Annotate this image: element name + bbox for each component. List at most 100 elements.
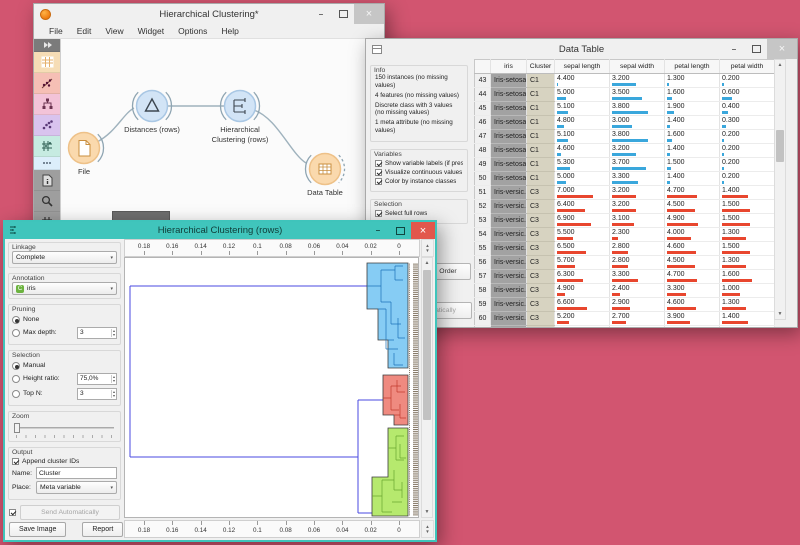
column-header[interactable]	[475, 60, 491, 74]
place-combo[interactable]: Meta variable▾	[36, 481, 117, 494]
scroll-up-icon[interactable]: ▲	[425, 258, 430, 268]
top-n-spinner[interactable]: 3▴▾	[77, 388, 117, 400]
height-ratio-spinner[interactable]: 75,0%▴▾	[77, 373, 117, 385]
column-header[interactable]: Cluster	[527, 60, 555, 74]
pruning-none-radio[interactable]	[12, 316, 20, 324]
maximize-icon[interactable]	[332, 4, 354, 24]
data-table-row[interactable]: 54 Iris-versic... C3 5.500 2.300 4.000 1…	[475, 228, 775, 242]
selection-height-ratio-radio[interactable]	[12, 375, 20, 383]
main-titlebar[interactable]: Hierarchical Clustering*	[34, 4, 384, 24]
close-icon[interactable]	[411, 222, 435, 239]
checkbox-icon[interactable]	[375, 178, 382, 185]
cluster-blue[interactable]	[367, 263, 408, 368]
node-data-table[interactable]	[305, 154, 344, 185]
data-table-row[interactable]: 57 Iris-versic... C3 6.300 3.300 4.700 1…	[475, 270, 775, 284]
dendrogram-scrollbar[interactable]: ▲ ▼	[421, 257, 433, 518]
data-table-row[interactable]: 51 Iris-versic... C3 7.000 3.200 4.700 1…	[475, 186, 775, 200]
close-icon[interactable]	[354, 4, 384, 24]
checkbox-icon[interactable]	[375, 160, 382, 167]
output-label: Output	[12, 449, 32, 456]
scroll-thumb[interactable]	[423, 270, 431, 420]
data-table-row[interactable]: 60 Iris-versic... C3 5.200 2.700 3.900 1…	[475, 312, 775, 326]
model-category-icon[interactable]	[34, 94, 60, 115]
axis-scroll-arrows[interactable]: ▲▼	[421, 239, 434, 257]
minimize-icon[interactable]	[310, 4, 332, 24]
variables-checkbox-row[interactable]: Visualize continuous values	[375, 169, 463, 176]
extra-category-icon[interactable]	[34, 157, 60, 170]
maximize-icon[interactable]	[389, 222, 411, 239]
column-header[interactable]: sepal length	[555, 60, 610, 74]
scroll-down-icon[interactable]: ▼	[425, 507, 430, 517]
data-table-row[interactable]: 45 Iris-setosa C1 5.100 3.800 1.900 0.40…	[475, 102, 775, 116]
append-cluster-ids-checkbox[interactable]	[12, 458, 19, 465]
table-scrollbar[interactable]: ▲ ▼	[774, 59, 786, 320]
visualize-category-icon[interactable]	[34, 73, 60, 94]
evaluate-category-icon[interactable]	[34, 136, 60, 157]
data-category-icon[interactable]	[34, 52, 60, 73]
scroll-down-icon[interactable]: ▼	[778, 309, 783, 319]
checkbox-icon[interactable]	[375, 210, 382, 217]
data-table-row[interactable]: 49 Iris-setosa C1 5.300 3.700 1.500 0.20…	[475, 158, 775, 172]
close-icon[interactable]	[767, 39, 797, 59]
cluster-red[interactable]	[383, 375, 408, 425]
menu-item[interactable]: Options	[171, 26, 214, 36]
value-cell: 3.500	[665, 326, 720, 328]
variables-checkbox-row[interactable]: Show variable labels (if present)	[375, 160, 463, 167]
minimize-icon[interactable]	[367, 222, 389, 239]
toolbox-collapse-button[interactable]	[34, 39, 60, 52]
column-header[interactable]: petal length	[665, 60, 720, 74]
data-table-row[interactable]: 59 Iris-versic... C3 6.600 2.900 4.600 1…	[475, 298, 775, 312]
axis-scroll-arrows[interactable]: ▲▼	[421, 520, 434, 538]
cluster-name-input[interactable]: Cluster	[36, 467, 117, 479]
selection-top-n-radio[interactable]	[12, 390, 20, 398]
minimize-icon[interactable]	[723, 39, 745, 59]
data-table-row[interactable]: 50 Iris-setosa C1 5.000 3.300 1.400 0.20…	[475, 172, 775, 186]
pruning-max-depth-radio[interactable]	[12, 329, 20, 337]
dendrogram-plot[interactable]	[124, 257, 419, 518]
column-header[interactable]: petal width	[720, 60, 775, 74]
linkage-combo[interactable]: Complete▾	[12, 251, 117, 264]
data-table-row[interactable]: 55 Iris-versic... C3 6.500 2.800 4.600 1…	[475, 242, 775, 256]
data-table-row[interactable]: 53 Iris-versic... C3 6.900 3.100 4.900 1…	[475, 214, 775, 228]
selection-manual-radio[interactable]	[12, 362, 20, 370]
variables-checkbox-row[interactable]: Color by instance classes	[375, 178, 463, 185]
data-table-row[interactable]: 58 Iris-versic... C3 4.900 2.400 3.300 1…	[475, 284, 775, 298]
menu-item[interactable]: Help	[214, 26, 245, 36]
auto-send-checkbox[interactable]	[9, 509, 16, 516]
node-hierarchical-clustering[interactable]	[220, 91, 259, 122]
report-button[interactable]: Report	[82, 522, 123, 537]
column-header[interactable]: sepal width	[610, 60, 665, 74]
data-table-row[interactable]: 47 Iris-setosa C1 5.100 3.800 1.600 0.20…	[475, 130, 775, 144]
menu-item[interactable]: View	[98, 26, 130, 36]
send-automatically-button[interactable]: Send Automatically	[20, 505, 120, 520]
data-table-row[interactable]: 56 Iris-versic... C3 5.700 2.800 4.500 1…	[475, 256, 775, 270]
node-distances[interactable]	[132, 91, 171, 122]
data-table-row[interactable]: 61 Iris-versic... C3 5.000 2.000 3.500 1…	[475, 326, 775, 328]
maximize-icon[interactable]	[745, 39, 767, 59]
scroll-up-icon[interactable]: ▲	[778, 60, 783, 70]
menu-item[interactable]: Edit	[70, 26, 99, 36]
hc-titlebar[interactable]: Hierarchical Clustering (rows)	[5, 222, 435, 239]
max-depth-spinner[interactable]: 3▴▾	[77, 327, 117, 339]
data-table-row[interactable]: 48 Iris-setosa C1 4.600 3.200 1.400 0.20…	[475, 144, 775, 158]
checkbox-icon[interactable]	[375, 169, 382, 176]
save-image-button[interactable]: Save Image	[9, 522, 66, 537]
node-file[interactable]	[69, 133, 104, 164]
datatable-titlebar[interactable]: Data Table	[366, 39, 797, 59]
data-table-row[interactable]: 43 Iris-setosa C1 4.400 3.200 1.300 0.20…	[475, 74, 775, 88]
cluster-green[interactable]	[372, 428, 408, 516]
menu-item[interactable]: File	[42, 26, 70, 36]
scroll-thumb[interactable]	[776, 130, 784, 162]
data-table-row[interactable]: 46 Iris-setosa C1 4.800 3.000 1.400 0.30…	[475, 116, 775, 130]
slider-handle[interactable]	[14, 423, 20, 433]
annotation-combo[interactable]: Ciris▾	[12, 282, 117, 295]
column-header[interactable]: iris	[491, 60, 527, 74]
info-tool-icon[interactable]	[34, 170, 60, 191]
zoom-slider[interactable]	[14, 422, 115, 438]
menu-item[interactable]: Widget	[131, 26, 171, 36]
data-table-row[interactable]: 52 Iris-versic... C3 6.400 3.200 4.500 1…	[475, 200, 775, 214]
unsupervised-category-icon[interactable]	[34, 115, 60, 136]
search-tool-icon[interactable]	[34, 191, 60, 212]
selection-checkbox-row[interactable]: Select full rows	[375, 210, 463, 217]
data-table-row[interactable]: 44 Iris-setosa C1 5.000 3.500 1.600 0.60…	[475, 88, 775, 102]
